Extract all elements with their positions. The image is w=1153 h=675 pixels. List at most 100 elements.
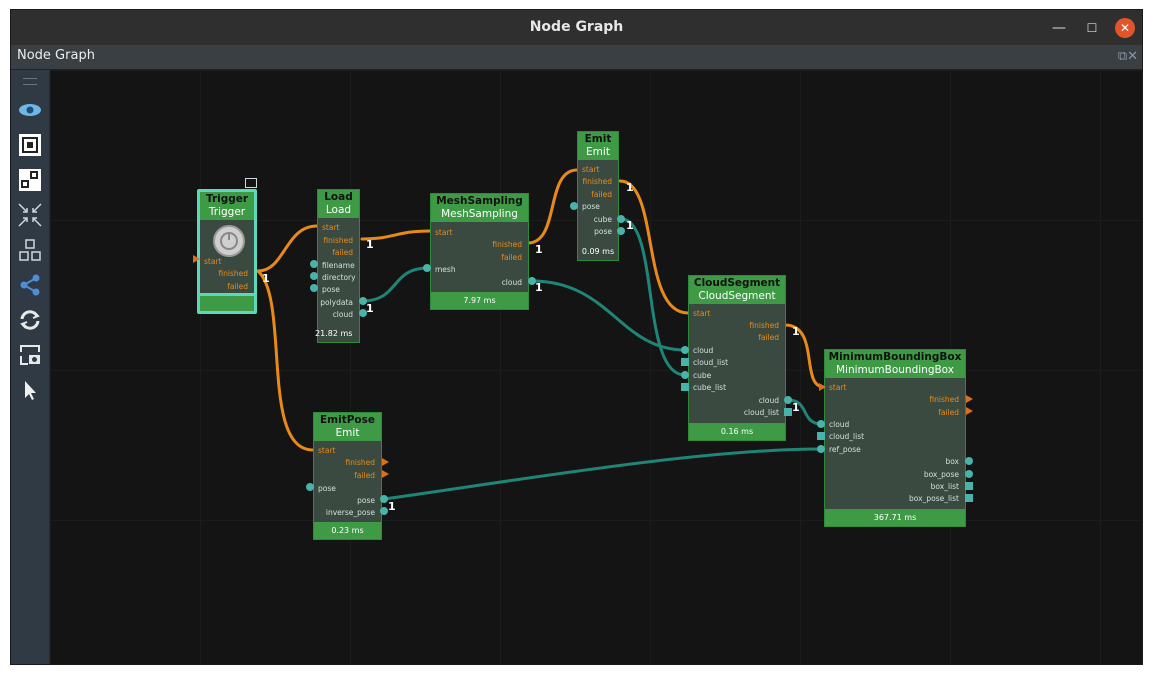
pin-cube[interactable]: cube [693, 371, 711, 380]
pin-box-pose[interactable]: box_pose [924, 470, 959, 479]
in-list-port[interactable] [817, 432, 825, 440]
pin-failed[interactable]: failed [938, 408, 959, 417]
pin-cloud-list[interactable]: cloud_list [829, 432, 864, 441]
pin-pose[interactable]: pose [318, 484, 336, 493]
refresh-icon[interactable] [16, 306, 44, 334]
pin-failed[interactable]: failed [591, 190, 612, 199]
pin-finished[interactable]: finished [582, 177, 612, 186]
pin-cloud[interactable]: cloud [502, 278, 522, 287]
pin-failed[interactable]: failed [758, 333, 779, 342]
pin-start[interactable]: start [318, 446, 335, 455]
panel-float-close-icons[interactable]: ⧉✕ [1118, 49, 1138, 64]
pin-finished[interactable]: finished [323, 236, 353, 245]
in-port[interactable] [817, 420, 825, 428]
pin-pose-out[interactable]: pose [594, 227, 612, 236]
in-port[interactable] [310, 284, 318, 292]
out-port[interactable] [965, 457, 973, 465]
node-emitpose[interactable]: EmitPose Emit start finished failed pose… [313, 412, 382, 540]
in-port[interactable] [570, 202, 578, 210]
pin-mesh[interactable]: mesh [435, 265, 456, 274]
out-list-port[interactable] [965, 482, 973, 490]
minimize-button[interactable]: — [1049, 18, 1069, 38]
out-list-port[interactable] [965, 494, 973, 502]
pin-finished[interactable]: finished [345, 458, 375, 467]
out-port[interactable] [784, 396, 792, 404]
pin-box[interactable]: box [945, 457, 959, 466]
pin-directory[interactable]: directory [322, 273, 356, 282]
pin-start[interactable]: start [435, 228, 452, 237]
pin-failed[interactable]: failed [354, 471, 375, 480]
pointer-icon[interactable] [16, 376, 44, 404]
in-port[interactable] [423, 264, 431, 272]
node-cloudsegment[interactable]: CloudSegment CloudSegment start finished… [688, 275, 786, 441]
pin-cloud-list[interactable]: cloud_list [693, 358, 728, 367]
pin-start[interactable]: start [829, 383, 846, 392]
pin-ref-pose[interactable]: ref_pose [829, 445, 861, 454]
node-emit[interactable]: Emit Emit start finished failed pose cub… [577, 131, 619, 261]
exec-out-port[interactable] [382, 470, 389, 478]
trigger-button[interactable] [213, 225, 245, 257]
exec-out-port[interactable] [382, 458, 389, 466]
exec-out-port[interactable] [966, 395, 973, 403]
pin-finished[interactable]: finished [749, 321, 779, 330]
exec-out-port[interactable] [966, 407, 973, 415]
in-port[interactable] [817, 445, 825, 453]
layout-icon[interactable] [16, 236, 44, 264]
pin-cube-list[interactable]: cube_list [693, 383, 726, 392]
in-port[interactable] [681, 371, 689, 379]
pin-cloud[interactable]: cloud [333, 310, 353, 319]
out-port[interactable] [965, 470, 973, 478]
fit-icon[interactable] [16, 166, 44, 194]
pin-pose[interactable]: pose [582, 202, 600, 211]
out-port[interactable] [617, 215, 625, 223]
comment-icon[interactable] [245, 178, 257, 188]
maximize-button[interactable]: ☐ [1082, 18, 1102, 38]
pin-failed[interactable]: failed [501, 253, 522, 262]
pin-polydata[interactable]: polydata [320, 298, 353, 307]
pin-box-list[interactable]: box_list [931, 482, 959, 491]
pin-pose[interactable]: pose [322, 285, 340, 294]
pin-start[interactable]: start [204, 257, 221, 266]
node-trigger[interactable]: Trigger Trigger start finished failed [197, 189, 257, 314]
in-port[interactable] [310, 272, 318, 280]
node-load[interactable]: Load Load start finished failed filename… [315, 189, 360, 343]
close-button[interactable]: ✕ [1115, 18, 1135, 38]
in-list-port[interactable] [681, 383, 689, 391]
pin-finished[interactable]: finished [929, 395, 959, 404]
collapse-icon[interactable] [16, 201, 44, 229]
pin-inverse-pose[interactable]: inverse_pose [326, 508, 375, 517]
pin-box-pose-list[interactable]: box_pose_list [909, 494, 959, 503]
pin-cloud-list-out[interactable]: cloud_list [744, 408, 779, 417]
node-meshsampling[interactable]: MeshSampling MeshSampling start finished… [430, 193, 529, 310]
out-port[interactable] [617, 227, 625, 235]
node-minimumboundingbox[interactable]: MinimumBoundingBox MinimumBoundingBox st… [824, 349, 966, 527]
window-title: Node Graph [529, 19, 624, 35]
drag-handle[interactable] [23, 78, 37, 85]
pin-finished[interactable]: finished [218, 269, 248, 278]
pin-failed[interactable]: failed [227, 282, 248, 291]
pin-failed[interactable]: failed [332, 248, 353, 257]
in-port[interactable] [310, 260, 318, 268]
in-port[interactable] [681, 346, 689, 354]
graph-icon[interactable] [16, 271, 44, 299]
pin-cloud[interactable]: cloud [829, 420, 849, 429]
in-list-port[interactable] [681, 358, 689, 366]
pin-start[interactable]: start [693, 309, 710, 318]
exec-in-port[interactable] [819, 383, 826, 391]
out-port[interactable] [380, 507, 388, 515]
pin-cube[interactable]: cube [594, 215, 612, 224]
pin-start[interactable]: start [322, 223, 339, 232]
pin-finished[interactable]: finished [492, 240, 522, 249]
exec-in-port[interactable] [193, 255, 200, 263]
frame-select-icon[interactable] [16, 131, 44, 159]
pin-cloud-out[interactable]: cloud [759, 396, 779, 405]
pin-filename[interactable]: filename [322, 261, 355, 270]
out-list-port[interactable] [784, 408, 792, 416]
in-port[interactable] [306, 483, 314, 491]
screenshot-icon[interactable] [16, 341, 44, 369]
pin-pose-out[interactable]: pose [357, 496, 375, 505]
pin-cloud[interactable]: cloud [693, 346, 713, 355]
out-port[interactable] [380, 495, 388, 503]
eye-icon[interactable] [16, 96, 44, 124]
pin-start[interactable]: start [582, 165, 599, 174]
